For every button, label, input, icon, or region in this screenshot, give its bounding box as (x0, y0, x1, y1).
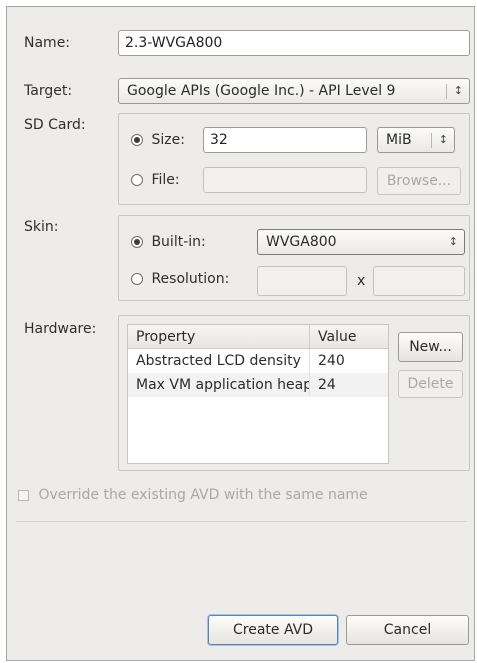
radio-checked-icon (131, 236, 143, 248)
column-header-value[interactable]: Value (310, 325, 388, 349)
override-checkbox[interactable]: Override the existing AVD with the same … (18, 487, 368, 503)
file-radio[interactable]: File: (131, 172, 180, 188)
builtin-radio[interactable]: Built-in: (131, 234, 206, 250)
skin-group: Built-in: WVGA800 ↕ Resolution: x (118, 215, 470, 301)
create-avd-dialog: Name: 2.3-WVGA800 Target: Google APIs (G… (6, 6, 475, 661)
file-field[interactable] (203, 167, 367, 193)
hardware-label: Hardware: (24, 321, 97, 337)
size-radio-label: Size: (151, 132, 185, 148)
divider (16, 521, 467, 522)
sdcard-group: Size: 32 MiB ↕ File: Browse... (118, 113, 470, 205)
builtin-radio-label: Built-in: (151, 234, 206, 250)
sdcard-label: SD Card: (24, 117, 86, 133)
chevron-updown-icon: ↕ (453, 84, 463, 97)
skin-select[interactable]: WVGA800 ↕ (257, 229, 465, 255)
skin-label: Skin: (24, 219, 59, 235)
table-row[interactable]: Max VM application heap size 24 (128, 373, 388, 397)
resolution-height-field[interactable] (373, 266, 465, 296)
browse-button[interactable]: Browse... (377, 167, 461, 195)
resolution-radio-label: Resolution: (151, 271, 230, 287)
size-field[interactable]: 32 (203, 127, 367, 153)
size-unit-select[interactable]: MiB ↕ (377, 127, 455, 153)
create-avd-button[interactable]: Create AVD (208, 615, 338, 645)
cancel-button[interactable]: Cancel (346, 615, 469, 645)
new-property-button[interactable]: New... (398, 332, 463, 362)
hardware-group: Property Value Abstracted LCD density 24… (118, 315, 470, 471)
chevron-updown-icon: ↕ (438, 133, 448, 146)
size-radio[interactable]: Size: (131, 132, 185, 148)
file-radio-label: File: (151, 172, 180, 188)
target-label: Target: (24, 83, 73, 99)
name-field[interactable]: 2.3-WVGA800 (118, 30, 470, 56)
radio-unchecked-icon (131, 273, 143, 285)
target-select[interactable]: Google APIs (Google Inc.) - API Level 9 … (118, 78, 470, 104)
table-cell-property: Abstracted LCD density (128, 349, 310, 373)
checkbox-unchecked-icon (18, 489, 29, 501)
radio-checked-icon (131, 134, 143, 146)
hardware-table[interactable]: Property Value Abstracted LCD density 24… (127, 324, 389, 464)
override-checkbox-label: Override the existing AVD with the same … (38, 487, 368, 503)
size-unit-value: MiB (386, 132, 412, 148)
table-cell-value: 240 (318, 353, 345, 369)
column-header-property[interactable]: Property (128, 325, 310, 349)
radio-unchecked-icon (131, 174, 143, 186)
delete-property-button[interactable]: Delete (398, 370, 463, 398)
skin-select-value: WVGA800 (266, 234, 337, 250)
target-select-value: Google APIs (Google Inc.) - API Level 9 (127, 83, 396, 99)
table-row[interactable]: Abstracted LCD density 240 (128, 349, 388, 373)
chevron-updown-icon: ↕ (448, 235, 458, 248)
resolution-width-field[interactable] (257, 266, 347, 296)
resolution-radio[interactable]: Resolution: (131, 271, 229, 287)
resolution-x-label: x (357, 273, 366, 289)
name-label: Name: (24, 35, 71, 51)
table-cell-property: Max VM application heap size (128, 373, 310, 397)
table-cell-value: 24 (318, 377, 336, 393)
